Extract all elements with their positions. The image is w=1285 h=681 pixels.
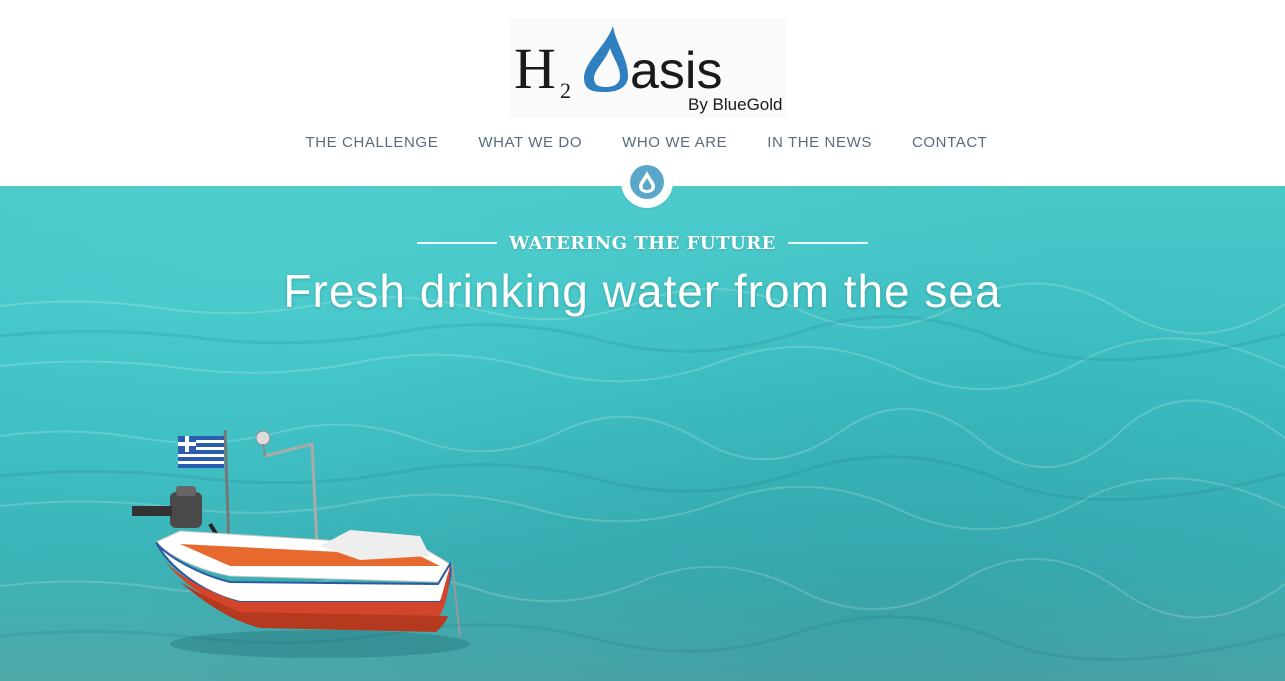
main-nav: THE CHALLENGE WHAT WE DO WHO WE ARE IN T… bbox=[0, 132, 1285, 154]
water-drop-badge[interactable] bbox=[621, 156, 673, 208]
logo-drop-icon bbox=[584, 26, 628, 92]
logo[interactable]: H 2 asis By BlueGold bbox=[510, 18, 786, 118]
hero-kicker: WATERING THE FUTURE bbox=[0, 230, 1285, 256]
water-drop-icon bbox=[639, 171, 655, 193]
nav-contact[interactable]: CONTACT bbox=[912, 132, 988, 154]
water-drop-circle bbox=[630, 165, 664, 199]
nav-in-the-news[interactable]: IN THE NEWS bbox=[767, 132, 872, 154]
logo-subscript: 2 bbox=[560, 78, 571, 103]
kicker-line-left bbox=[417, 242, 498, 244]
nav-the-challenge[interactable]: THE CHALLENGE bbox=[305, 132, 438, 154]
kicker-line-right bbox=[787, 242, 868, 244]
logo-tagline: By BlueGold bbox=[688, 95, 783, 114]
greek-flag-icon bbox=[178, 436, 224, 468]
logo-wordmark: asis bbox=[630, 42, 722, 100]
logo-h: H bbox=[514, 36, 556, 101]
kicker-text: WATERING THE FUTURE bbox=[509, 232, 776, 254]
nav-what-we-do[interactable]: WHAT WE DO bbox=[478, 132, 582, 154]
boat-image bbox=[132, 429, 470, 658]
nav-who-we-are[interactable]: WHO WE ARE bbox=[622, 132, 727, 154]
hero-headline: Fresh drinking water from the sea bbox=[283, 265, 1002, 317]
hero-banner: WATERING THE FUTURE Fresh drinking water… bbox=[0, 186, 1285, 681]
